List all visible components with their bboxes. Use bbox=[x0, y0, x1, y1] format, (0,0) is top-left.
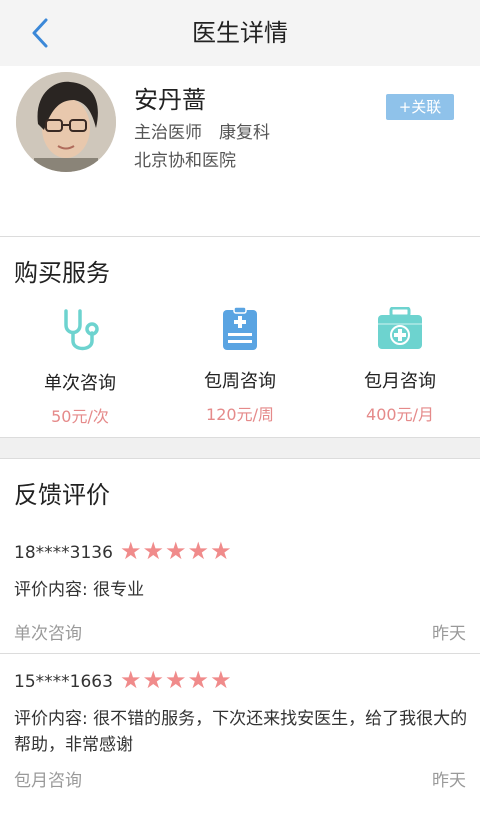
medical-kit-icon bbox=[378, 307, 422, 349]
doctor-avatar bbox=[16, 72, 116, 172]
review-item: 15****1663 ★★★★★ 评价内容: 很不错的服务，下次还来找安医生，给… bbox=[0, 654, 480, 814]
service-monthly[interactable]: 包月咨询 400元/月 bbox=[320, 305, 480, 425]
page-title: 医生详情 bbox=[192, 19, 288, 47]
review-service-type: 包月咨询 bbox=[14, 771, 82, 791]
follow-button[interactable]: +关联 bbox=[386, 94, 454, 120]
service-weekly[interactable]: 包周咨询 120元/周 bbox=[160, 305, 320, 425]
review-stars: ★★★★★ bbox=[120, 666, 233, 694]
service-label: 单次咨询 bbox=[44, 373, 116, 394]
review-service-type: 单次咨询 bbox=[14, 624, 82, 644]
doctor-profile: 安丹蔷 主治医师 康复科 北京协和医院 +关联 bbox=[0, 66, 480, 237]
review-user: 15****1663 bbox=[14, 672, 113, 692]
review-stars: ★★★★★ bbox=[120, 537, 233, 565]
services-section: 购买服务 单次咨询 50元/次 包周咨询 120元/周 包月咨询 400元/月 bbox=[0, 237, 480, 437]
review-time: 昨天 bbox=[432, 771, 466, 791]
feedback-title: 反馈评价 bbox=[14, 481, 110, 509]
review-content: 评价内容: 很专业 bbox=[14, 580, 145, 600]
service-single[interactable]: 单次咨询 50元/次 bbox=[0, 307, 160, 427]
doctor-title-dept: 主治医师 康复科 bbox=[134, 123, 270, 143]
review-content: 评价内容: 很不错的服务，下次还来找安医生，给了我很大的帮助，非常感谢 bbox=[14, 709, 468, 755]
section-divider bbox=[0, 437, 480, 459]
service-label: 包月咨询 bbox=[364, 371, 436, 392]
top-bar: 医生详情 bbox=[0, 0, 480, 66]
service-price: 120元/周 bbox=[206, 405, 274, 424]
services-title: 购买服务 bbox=[14, 259, 110, 287]
service-label: 包周咨询 bbox=[204, 371, 276, 392]
review-item: 18****3136 ★★★★★ 评价内容: 很专业 单次咨询 昨天 bbox=[0, 525, 480, 654]
doctor-hospital: 北京协和医院 bbox=[134, 151, 236, 171]
service-price: 50元/次 bbox=[51, 407, 109, 426]
feedback-section: 反馈评价 18****3136 ★★★★★ 评价内容: 很专业 单次咨询 昨天 … bbox=[0, 459, 480, 814]
clipboard-icon bbox=[223, 307, 257, 350]
review-time: 昨天 bbox=[432, 624, 466, 644]
review-user: 18****3136 bbox=[14, 543, 113, 563]
doctor-name: 安丹蔷 bbox=[134, 86, 206, 114]
service-price: 400元/月 bbox=[366, 405, 434, 424]
stethoscope-icon bbox=[64, 309, 99, 351]
